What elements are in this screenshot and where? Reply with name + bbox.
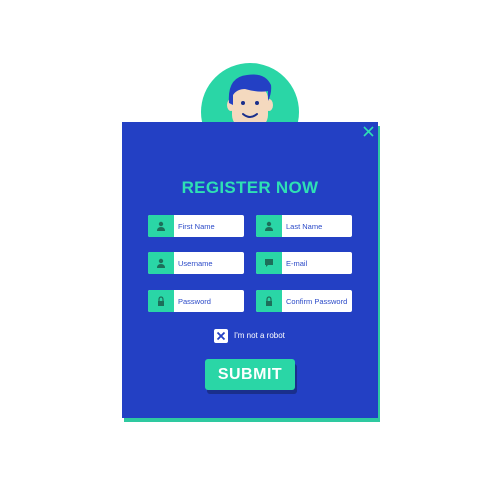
close-icon <box>363 126 374 137</box>
lock-icon <box>256 290 282 312</box>
user-icon <box>148 252 174 274</box>
lock-icon <box>148 290 174 312</box>
last-name-input[interactable] <box>282 215 352 237</box>
message-icon <box>256 252 282 274</box>
page-title: REGISTER NOW <box>181 178 319 197</box>
last-name-field[interactable] <box>256 215 352 237</box>
password-input[interactable] <box>174 290 244 312</box>
submit-button[interactable]: SUBMIT <box>205 359 295 390</box>
password-field[interactable] <box>148 290 244 312</box>
user-icon <box>256 215 282 237</box>
email-field[interactable] <box>256 252 352 274</box>
first-name-field[interactable] <box>148 215 244 237</box>
close-button[interactable] <box>362 125 375 138</box>
first-name-input[interactable] <box>174 215 244 237</box>
confirm-password-field[interactable] <box>256 290 352 312</box>
username-input[interactable] <box>174 252 244 274</box>
confirm-password-input[interactable] <box>282 290 352 312</box>
username-field[interactable] <box>148 252 244 274</box>
checkmark-x-icon <box>216 331 226 340</box>
captcha-row: I'm not a robot <box>214 328 285 343</box>
user-icon <box>148 215 174 237</box>
email-input[interactable] <box>282 252 352 274</box>
captcha-checkbox[interactable] <box>214 328 228 343</box>
captcha-label: I'm not a robot <box>234 331 285 340</box>
